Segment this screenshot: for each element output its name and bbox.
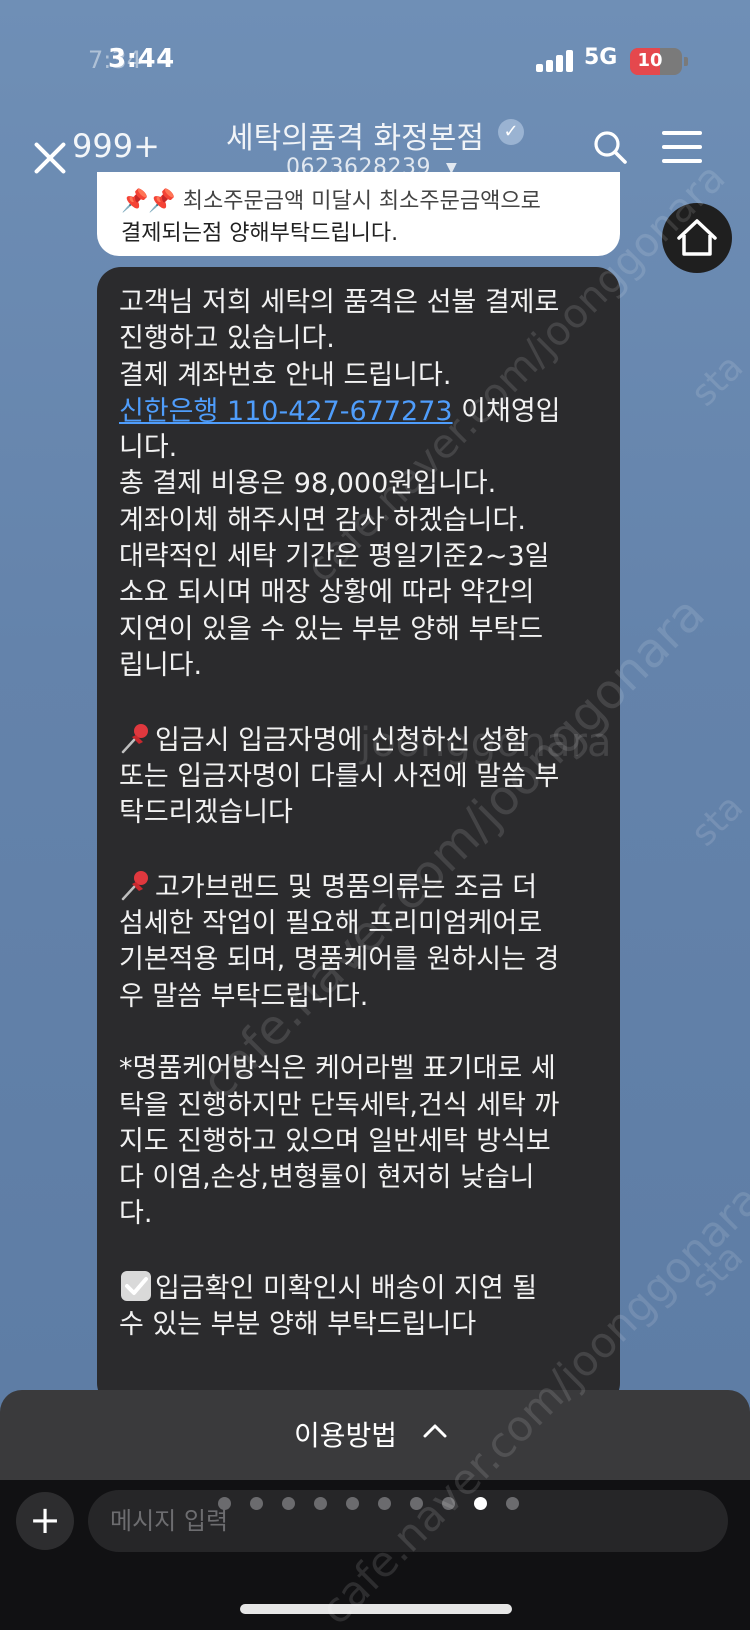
notice-bubble: 📌📌 최소주문금액 미달시 최소주문금액으로 결제되는점 양해부탁드립니다. (97, 172, 620, 256)
check-box-icon (121, 1271, 151, 1302)
message-line: 탁드리겠습니다 (119, 797, 293, 829)
message-line: 지도 진행하고 있으며 일반세탁 방식보 (119, 1125, 551, 1157)
plus-button[interactable]: + (16, 1492, 74, 1550)
battery-level: 10 (637, 50, 663, 71)
notice-line: 결제되는점 양해부탁드립니다. (121, 221, 399, 246)
message-line: 입금확인 미확인시 배송이 지연 될 (119, 1269, 598, 1307)
message-line: 입금시 입금자명에 신청하신 성함 (119, 721, 598, 759)
bank-account-link[interactable]: 신한은행 110-427-677273 (119, 396, 453, 427)
page-dot[interactable] (474, 1497, 487, 1510)
message-line: 고가브랜드 및 명품의류는 조금 더 (119, 868, 598, 906)
status-bar: 7:34 3:44 5G 10 (0, 0, 750, 120)
home-button[interactable] (662, 203, 732, 273)
message-line: 다. (119, 1198, 153, 1230)
page-dot[interactable] (218, 1497, 231, 1510)
message-bubble: 고객님 저희 세탁의 품격은 선불 결제로 진행하고 있습니다. 결제 계좌번호… (97, 267, 620, 1407)
message-input[interactable] (88, 1490, 728, 1552)
unread-count[interactable]: 999+ (72, 127, 160, 165)
battery-icon: 10 (630, 48, 688, 75)
message-line: 신한은행 110-427-677273 이채영입 (119, 394, 598, 430)
message-line: *명품케어방식은 케어라벨 표기대로 세 (119, 1053, 556, 1085)
pushpin-icon (121, 723, 148, 753)
verified-icon: ✓ (498, 119, 524, 145)
page-dot[interactable] (282, 1497, 295, 1510)
page-dot[interactable] (410, 1497, 423, 1510)
page-dot[interactable] (506, 1497, 519, 1510)
page-dot[interactable] (346, 1497, 359, 1510)
message-line: 결제 계좌번호 안내 드립니다. (119, 359, 452, 391)
message-line: 섬세한 작업이 필요해 프리미엄케어로 (119, 908, 543, 940)
message-line: 소요 되시며 매장 상황에 따라 약간의 (119, 577, 535, 609)
home-indicator (240, 1604, 512, 1614)
page-dot[interactable] (442, 1497, 455, 1510)
signal-icon (536, 50, 576, 72)
chat-title: 세탁의품격 화정본점 (226, 121, 484, 156)
page-dot[interactable] (314, 1497, 327, 1510)
message-line: 수 있는 부분 양해 부탁드립니다 (119, 1309, 477, 1341)
close-icon[interactable] (30, 137, 70, 177)
message-line: 탁을 진행하지만 단독세탁,건식 세탁 까 (119, 1089, 560, 1121)
search-icon[interactable] (592, 129, 628, 165)
home-icon (677, 219, 717, 256)
menu-bar-label[interactable]: 이용방법 (294, 1414, 397, 1454)
message-line: 또는 입금자명이 다를시 사전에 말씀 부 (119, 760, 560, 792)
message-line: 대략적인 세탁 기간은 평일기준2~3일 (119, 541, 550, 573)
message-line: 우 말씀 부탁드립니다. (119, 980, 369, 1012)
notice-line: 📌📌 최소주문금액 미달시 최소주문금액으로 (121, 189, 541, 214)
message-line: 계좌이체 해주시면 감사 하겠습니다. (119, 504, 526, 536)
page-dot[interactable] (250, 1497, 263, 1510)
message-line: 기본적용 되며, 명품케어를 원하시는 경 (119, 944, 560, 976)
pushpin-icon (121, 870, 148, 900)
network-type: 5G (584, 45, 618, 70)
message-line: 진행하고 있습니다. (119, 323, 335, 355)
message-line: 고객님 저희 세탁의 품격은 선불 결제로 (119, 287, 560, 318)
message-line: 다 이염,손상,변형률이 현저히 낮습니 (119, 1162, 535, 1194)
chevron-up-icon[interactable] (422, 1418, 448, 1444)
account-holder: 이채영입 (452, 395, 561, 427)
menu-icon[interactable] (662, 131, 702, 163)
page-dot[interactable] (378, 1497, 391, 1510)
menu-bar[interactable]: 이용방법 (0, 1390, 750, 1480)
message-line: 니다. (119, 432, 178, 464)
message-line: 립니다. (119, 649, 203, 681)
status-time: 3:44 (108, 44, 175, 74)
message-line: 지연이 있을 수 있는 부분 양해 부탁드 (119, 613, 544, 645)
message-line: 총 결제 비용은 98,000원입니다. (119, 468, 497, 500)
